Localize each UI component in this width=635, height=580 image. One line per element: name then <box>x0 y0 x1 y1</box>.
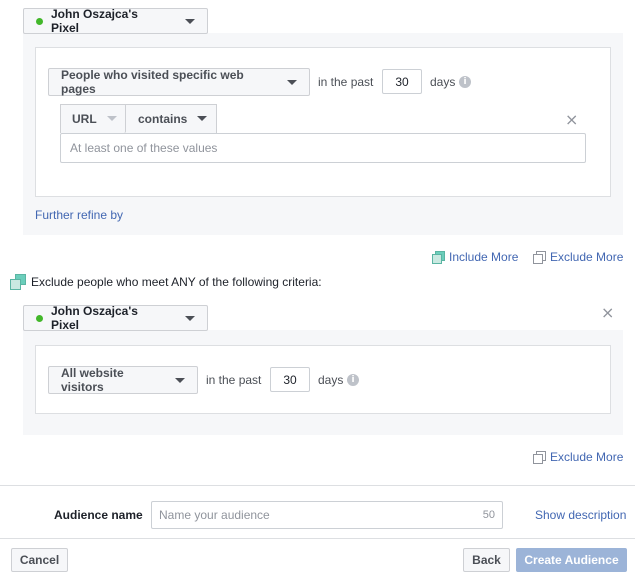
exclude-pixel-dropdown[interactable]: John Oszajca's Pixel <box>23 304 208 332</box>
chevron-down-icon <box>106 116 117 121</box>
show-description-link[interactable]: Show description <box>535 508 626 522</box>
cancel-button[interactable]: Cancel <box>11 548 68 572</box>
divider <box>0 485 635 486</box>
exclude-rule-type-dropdown[interactable]: All website visitors <box>48 366 198 394</box>
days-label: days <box>318 373 344 387</box>
audience-name-label: Audience name <box>54 508 143 522</box>
remove-condition-close-icon[interactable]: × <box>565 112 578 128</box>
audience-name-placeholder: Name your audience <box>159 508 270 522</box>
exclude-criteria-icon <box>10 274 26 290</box>
exclude-heading-text: Exclude people who meet ANY of the follo… <box>31 274 322 289</box>
exclude-more-icon <box>533 251 546 264</box>
chevron-down-icon <box>185 18 195 24</box>
include-more-button[interactable]: Include More <box>432 250 518 264</box>
in-the-past-label: in the past <box>206 373 262 387</box>
back-button[interactable]: Back <box>463 548 510 572</box>
exclude-rule-type-label: All website visitors <box>61 366 124 394</box>
char-limit: 50 <box>482 509 495 521</box>
info-icon[interactable]: i <box>347 374 359 386</box>
pixel-status-icon <box>36 314 43 322</box>
pixel-dropdown[interactable]: John Oszajca's Pixel <box>23 7 208 35</box>
divider <box>0 538 635 539</box>
operator-dropdown[interactable]: contains <box>126 104 217 133</box>
exclude-pixel-label: John Oszajca's Pixel <box>50 304 138 332</box>
chevron-down-icon <box>197 116 208 121</box>
url-dropdown[interactable]: URL <box>60 104 126 133</box>
exclude-more-label: Exclude More <box>550 450 624 464</box>
include-more-icon <box>432 251 445 264</box>
create-audience-button[interactable]: Create Audience <box>516 548 627 572</box>
days-label: days <box>430 75 456 89</box>
exclude-more-label: Exclude More <box>550 250 624 264</box>
exclude-days-input[interactable]: 30 <box>270 367 310 392</box>
include-more-label: Include More <box>449 250 519 264</box>
chevron-down-icon <box>175 377 185 383</box>
exclude-more-button[interactable]: Exclude More <box>533 250 623 264</box>
exclude-more-button-2[interactable]: Exclude More <box>533 450 623 464</box>
exclude-heading: Exclude people who meet ANY of the follo… <box>10 274 322 290</box>
days-input[interactable]: 30 <box>382 69 422 94</box>
values-input[interactable]: At least one of these values <box>60 133 586 163</box>
exclude-more-icon <box>533 451 546 464</box>
in-the-past-label: in the past <box>318 75 374 89</box>
rule-type-dropdown[interactable]: People who visited specific web pages <box>48 68 310 96</box>
operator-dropdown-label: contains <box>138 111 188 126</box>
info-icon[interactable]: i <box>459 76 471 88</box>
chevron-down-icon <box>185 315 195 321</box>
pixel-status-icon <box>36 17 43 25</box>
audience-name-input[interactable]: Name your audience 50 <box>151 501 503 529</box>
remove-exclusion-close-icon[interactable]: × <box>601 305 614 321</box>
chevron-down-icon <box>287 79 297 85</box>
rule-type-label: People who visited specific web pages <box>61 68 244 96</box>
further-refine-link[interactable]: Further refine by <box>35 208 123 222</box>
pixel-dropdown-label: John Oszajca's Pixel <box>50 7 138 35</box>
url-dropdown-label: URL <box>72 111 97 126</box>
